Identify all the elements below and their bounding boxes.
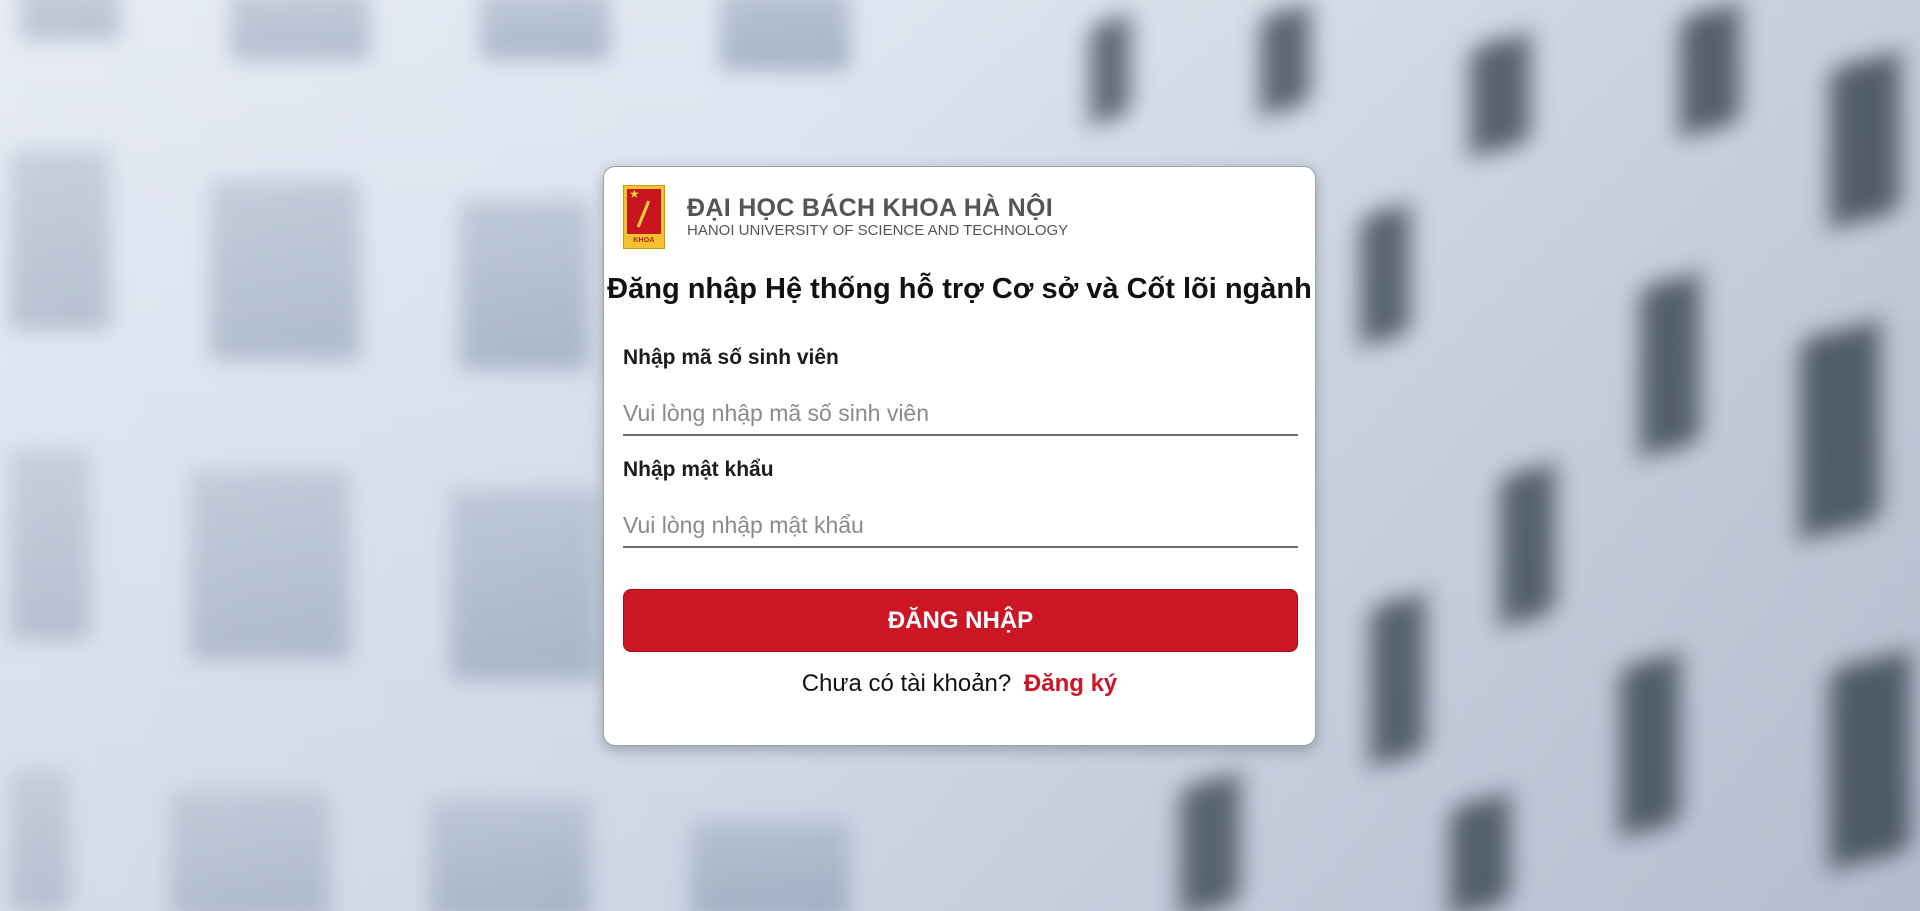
login-button[interactable]: ĐĂNG NHẬP <box>623 589 1298 652</box>
login-card: ★ BÁCH KHOA ĐẠI HỌC BÁCH KHOA HÀ NỘI HAN… <box>603 166 1316 746</box>
signup-prompt: Chưa có tài khoản? Đăng ký <box>604 670 1315 698</box>
university-name-en: HANOI UNIVERSITY OF SCIENCE AND TECHNOLO… <box>687 222 1069 239</box>
page-title: Đăng nhập Hệ thống hỗ trợ Cơ sở và Cốt l… <box>607 273 1312 305</box>
university-logo: ★ BÁCH KHOA <box>623 185 665 249</box>
university-brand: ★ BÁCH KHOA ĐẠI HỌC BÁCH KHOA HÀ NỘI HAN… <box>623 185 1068 249</box>
logo-caption: BÁCH KHOA <box>633 228 655 244</box>
student-id-label: Nhập mã số sinh viên <box>623 346 839 369</box>
no-account-text: Chưa có tài khoản? <box>801 670 1012 697</box>
password-input[interactable] <box>623 504 1298 548</box>
university-name-vn: ĐẠI HỌC BÁCH KHOA HÀ NỘI <box>687 194 1053 222</box>
signup-link[interactable]: Đăng ký <box>1024 670 1117 697</box>
student-id-input[interactable] <box>623 392 1298 436</box>
password-label: Nhập mật khẩu <box>623 458 774 481</box>
